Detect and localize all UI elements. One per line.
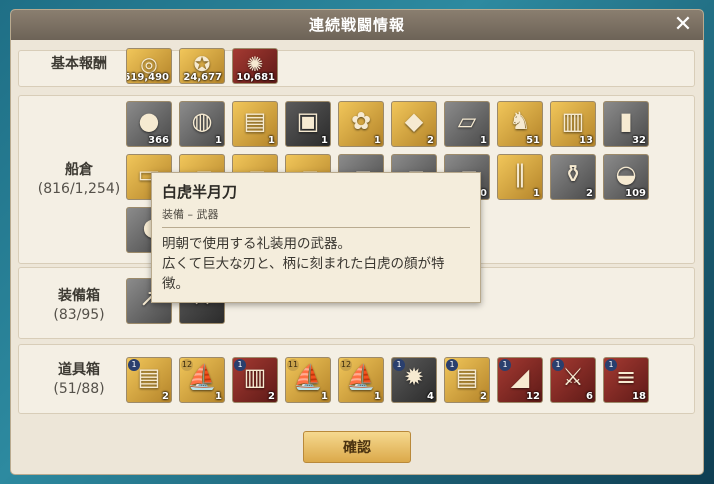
close-icon[interactable]: ✕ (671, 13, 695, 37)
item-count: 6 (586, 391, 593, 402)
equipment-box-label: 装備箱 (83/95) (19, 285, 139, 323)
item-slot[interactable]: ⛵ 11 1 (285, 357, 331, 403)
tool-box-capacity: (51/88) (53, 381, 105, 397)
cargo-hold-title: 船倉 (65, 162, 93, 178)
stones-icon: ● (138, 107, 160, 135)
bottle-icon: ▮ (619, 107, 633, 135)
item-count: 1 (268, 135, 275, 146)
item-slot[interactable]: ▥ 13 (550, 101, 596, 147)
item-slot[interactable]: ⚔ 1 6 (550, 357, 596, 403)
grade-badge: 12 (340, 359, 352, 371)
equipment-box-title: 装備箱 (58, 288, 100, 304)
item-count: 2 (480, 391, 487, 402)
equipment-box-capacity: (83/95) (53, 307, 105, 323)
item-slot[interactable]: ▮ 32 (603, 101, 649, 147)
item-count: 12 (526, 391, 540, 402)
item-slot[interactable]: ♞ 51 (497, 101, 543, 147)
grade-badge: 1 (446, 359, 458, 371)
item-slot[interactable]: ✺ 10,681 (232, 48, 278, 84)
item-count: 24,677 (183, 72, 222, 83)
tooltip-title: 白虎半月刀 (162, 183, 238, 201)
grade-badge: 1 (393, 359, 405, 371)
item-slot[interactable]: ▱ 1 (444, 101, 490, 147)
item-slot[interactable]: ⛵ 12 1 (179, 357, 225, 403)
confirm-button[interactable]: 確認 (303, 431, 411, 463)
item-count: 10,681 (236, 72, 275, 83)
item-count: 1 (480, 135, 487, 146)
item-slot[interactable]: ⚱ 2 (550, 154, 596, 200)
tool-box-title: 道具箱 (58, 362, 100, 378)
item-slot[interactable]: ⛵ 12 1 (338, 357, 384, 403)
item-slot[interactable]: ✿ 1 (338, 101, 384, 147)
tooltip-description: 明朝で使用する礼装用の武器。 広くて巨大な刃と、柄に刻まれた白虎の顔が特 徴。 (162, 234, 470, 294)
item-slot[interactable]: ◎ 519,490 (126, 48, 172, 84)
item-slot[interactable]: ▤ 1 2 (444, 357, 490, 403)
item-slot[interactable]: ✹ 1 4 (391, 357, 437, 403)
tooltip-line: 明朝で使用する礼装用の武器。 (162, 236, 351, 252)
item-count: 2 (162, 391, 169, 402)
item-count: 2 (586, 188, 593, 199)
basket-icon: ◒ (615, 160, 637, 188)
item-slot[interactable]: ◆ 2 (391, 101, 437, 147)
donkey-icon: ♞ (509, 107, 531, 135)
tooltip-category: 装備 – 武器 (162, 206, 470, 228)
bowl-icon: ◍ (191, 107, 213, 135)
item-slot[interactable]: ◍ 1 (179, 101, 225, 147)
item-slot[interactable]: ‖ 1 (497, 154, 543, 200)
item-count: 13 (579, 135, 593, 146)
item-count: 4 (427, 391, 434, 402)
item-tooltip: 白虎半月刀 装備 – 武器 明朝で使用する礼装用の武器。 広くて巨大な刃と、柄に… (151, 172, 481, 303)
item-count: 1 (374, 135, 381, 146)
item-count: 2 (427, 135, 434, 146)
chest-icon: ▥ (561, 107, 585, 135)
spices-icon: ✿ (350, 107, 372, 135)
item-slot[interactable]: ◢ 1 12 (497, 357, 543, 403)
item-count: 2 (268, 391, 275, 402)
item-slot[interactable]: ◒ 109 (603, 154, 649, 200)
grade-badge: 12 (181, 359, 193, 371)
item-count: 32 (632, 135, 646, 146)
item-count: 1 (374, 391, 381, 402)
item-count: 1 (321, 391, 328, 402)
item-slot[interactable]: ▤ 1 (232, 101, 278, 147)
item-count: 1 (321, 135, 328, 146)
scroll-icon: ▤ (243, 107, 267, 135)
item-count: 1 (215, 135, 222, 146)
item-count: 1 (533, 188, 540, 199)
grade-badge: 1 (234, 359, 246, 371)
cargo-hold-capacity: (816/1,254) (37, 181, 121, 197)
grade-badge: 11 (287, 359, 299, 371)
item-count: 366 (148, 135, 169, 146)
tool-box-label: 道具箱 (51/88) (19, 359, 139, 397)
item-slot[interactable]: ▥ 1 2 (232, 357, 278, 403)
item-slot[interactable]: ≡ 1 18 (603, 357, 649, 403)
cargo-hold-label: 船倉 (816/1,254) (19, 159, 139, 197)
cloth-icon: ▱ (457, 107, 477, 135)
item-count: 18 (632, 391, 646, 402)
basic-reward-label: 基本報酬 (51, 56, 107, 72)
tooltip-line: 広くて巨大な刃と、柄に刻まれた白虎の顔が特 (162, 256, 445, 272)
grade-badge: 1 (552, 359, 564, 371)
item-count: 51 (526, 135, 540, 146)
basic-reward-panel: 基本報酬 (18, 50, 695, 87)
item-count: 0 (480, 188, 487, 199)
amethyst-icon: ◆ (404, 107, 424, 135)
item-count: 109 (625, 188, 646, 199)
dialog-title: 連続戦闘情報 (11, 10, 703, 40)
item-slot[interactable]: ▣ 1 (285, 101, 331, 147)
item-slot[interactable]: ▤ 1 2 (126, 357, 172, 403)
tooltip-line: 徴。 (162, 276, 189, 292)
bamboo-icon: ‖ (514, 160, 526, 188)
grade-badge: 1 (499, 359, 511, 371)
item-slot[interactable]: ✪ 24,677 (179, 48, 225, 84)
jar-icon: ⚱ (562, 160, 584, 188)
grade-badge: 1 (128, 359, 140, 371)
lacquer-box-icon: ▣ (296, 107, 320, 135)
grade-badge: 1 (605, 359, 617, 371)
item-slot[interactable]: ● 366 (126, 101, 172, 147)
item-count: 1 (215, 391, 222, 402)
item-count: 519,490 (126, 72, 169, 83)
